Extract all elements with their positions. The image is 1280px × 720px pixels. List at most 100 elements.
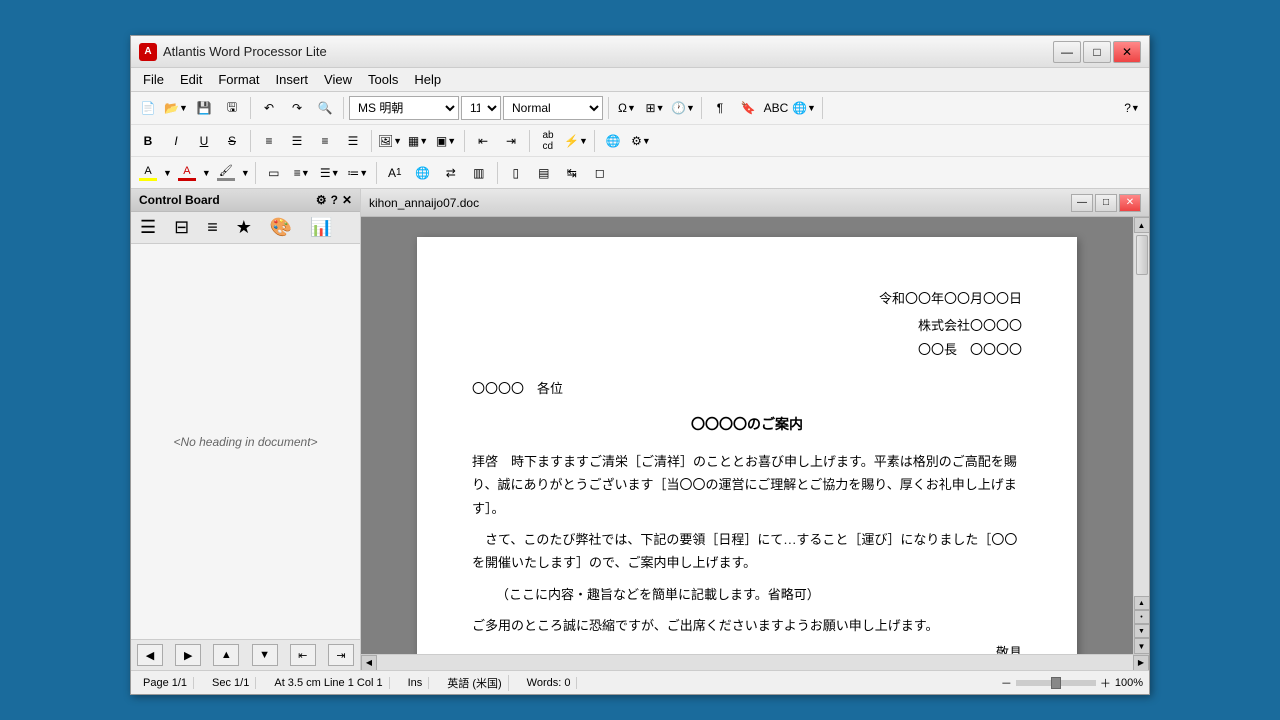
scroll-left-button[interactable]: ◀ [361, 655, 377, 671]
sidebar-tab-outline[interactable]: ☰ [131, 212, 165, 243]
menu-tools[interactable]: Tools [360, 69, 406, 91]
save-as-button[interactable]: 🖫 [219, 95, 245, 121]
scroll-down-mini[interactable]: ▼ [1134, 624, 1150, 638]
underline-button[interactable]: U [191, 128, 217, 154]
save-button[interactable]: 💾 [191, 95, 217, 121]
sidebar-tab-colors[interactable]: 🎨 [261, 212, 301, 243]
nav-next-button[interactable]: ▶ [175, 644, 201, 666]
columns-button[interactable]: ▥ [466, 160, 492, 186]
line-spacing-button[interactable]: ≡▼ [289, 160, 315, 186]
sidebar-tab-toc[interactable]: ≡ [198, 212, 227, 243]
doc-window: kihon_annaijo07.doc — □ ✕ 令和〇〇年〇〇月〇〇日 株式… [361, 189, 1149, 670]
web-button[interactable]: 🌐▼ [791, 95, 817, 121]
margin-button[interactable]: ▯ [503, 160, 529, 186]
nav-promote-button[interactable]: ⇤ [290, 644, 316, 666]
sidebar-tab-favorites[interactable]: ★ [227, 212, 261, 243]
sidebar-help-icon[interactable]: ? [331, 193, 338, 207]
pilcrow-button[interactable]: ¶ [707, 95, 733, 121]
link-button[interactable]: 🕐▼ [670, 95, 696, 121]
strikethrough-button[interactable]: S [219, 128, 245, 154]
sidebar-settings-icon[interactable]: ⚙ [316, 193, 327, 207]
insert-image-button[interactable]: 🖼▼ [377, 128, 403, 154]
numbered-list-button[interactable]: ≔▼ [345, 160, 371, 186]
insert-table2-button[interactable]: ▦▼ [405, 128, 431, 154]
table-button[interactable]: ⊞▼ [642, 95, 668, 121]
bookmark-button[interactable]: 🔖 [735, 95, 761, 121]
nav-demote-button[interactable]: ⇥ [328, 644, 354, 666]
fill-color-button[interactable]: 🖌 [213, 160, 239, 186]
scroll-up-mini[interactable]: ▲ [1134, 596, 1150, 610]
lightning-button[interactable]: ⚡▼ [563, 128, 589, 154]
spellcheck-button[interactable]: ABC [763, 95, 789, 121]
doc-scroll-area[interactable]: 令和〇〇年〇〇月〇〇日 株式会社〇〇〇〇 〇〇長 〇〇〇〇 〇〇〇〇 各位 〇〇… [361, 217, 1133, 654]
superscript-button[interactable]: A1 [382, 160, 408, 186]
maximize-button[interactable]: □ [1083, 41, 1111, 63]
outdent-button[interactable]: ⇤ [470, 128, 496, 154]
sidebar-tab-pages[interactable]: ⊟ [165, 212, 198, 243]
special-char-button[interactable]: Ω▼ [614, 95, 640, 121]
highlight-color-arrow[interactable]: ▼ [163, 168, 172, 178]
italic-button[interactable]: I [163, 128, 189, 154]
align-right-button[interactable]: ≡ [312, 128, 338, 154]
redo-button[interactable]: ↷ [284, 95, 310, 121]
doc-maximize-button[interactable]: □ [1095, 194, 1117, 212]
indent-button[interactable]: ⇥ [498, 128, 524, 154]
tab-stop-button[interactable]: ↹ [559, 160, 585, 186]
h-scroll-track[interactable] [377, 656, 1133, 670]
style-selector[interactable]: Normal [503, 96, 603, 120]
section-button[interactable]: ▤ [531, 160, 557, 186]
highlight-color-button[interactable]: A [135, 160, 161, 186]
close-button[interactable]: ✕ [1113, 41, 1141, 63]
scroll-track[interactable] [1135, 233, 1149, 596]
font-selector[interactable]: MS 明朝 [349, 96, 459, 120]
sep4 [701, 97, 702, 119]
font-color-arrow[interactable]: ▼ [202, 168, 211, 178]
sidebar-content: <No heading in document> [131, 244, 360, 639]
nav-down-button[interactable]: ▼ [252, 644, 278, 666]
settings-button[interactable]: ⚙▼ [628, 128, 654, 154]
menu-help[interactable]: Help [406, 69, 449, 91]
align-left-button[interactable]: ≡ [256, 128, 282, 154]
font-size-selector[interactable]: 11 [461, 96, 501, 120]
find-button[interactable]: 🔍 [312, 95, 338, 121]
help-button[interactable]: ?▼ [1119, 95, 1145, 121]
macro-button[interactable]: ◻ [587, 160, 613, 186]
doc-close-button[interactable]: ✕ [1119, 194, 1141, 212]
bold-button[interactable]: B [135, 128, 161, 154]
menu-format[interactable]: Format [210, 69, 267, 91]
scroll-right-button[interactable]: ▶ [1133, 655, 1149, 671]
scroll-thumb[interactable] [1136, 235, 1148, 275]
word-count-button[interactable]: abcd [535, 128, 561, 154]
doc-greeting: 拝啓 時下ますますご清栄［ご清祥］のこととお喜び申し上げます。平素は格別のご高配… [472, 450, 1022, 520]
menu-edit[interactable]: Edit [172, 69, 210, 91]
globe2-button[interactable]: 🌐 [600, 128, 626, 154]
sep10 [594, 130, 595, 152]
sidebar-tab-stats[interactable]: 📊 [301, 212, 341, 243]
insert-frame-button[interactable]: ▣▼ [433, 128, 459, 154]
scroll-up-button[interactable]: ▲ [1134, 217, 1150, 233]
new-button[interactable]: 📄 [135, 95, 161, 121]
sep1 [250, 97, 251, 119]
minimize-button[interactable]: — [1053, 41, 1081, 63]
menu-file[interactable]: File [135, 69, 172, 91]
doc-minimize-button[interactable]: — [1071, 194, 1093, 212]
sidebar-close-icon[interactable]: ✕ [342, 193, 352, 207]
align-justify-button[interactable]: ☰ [340, 128, 366, 154]
font-color-button[interactable]: A [174, 160, 200, 186]
nav-prev-button[interactable]: ◀ [137, 644, 163, 666]
zoom-minus[interactable]: － [1001, 675, 1012, 691]
bullet-list-button[interactable]: ☰▼ [317, 160, 343, 186]
align-center-button[interactable]: ☰ [284, 128, 310, 154]
rtl-button[interactable]: ⇄ [438, 160, 464, 186]
open-button[interactable]: 📂▼ [163, 95, 189, 121]
border-style-button[interactable]: ▭ [261, 160, 287, 186]
menu-view[interactable]: View [316, 69, 360, 91]
menu-insert[interactable]: Insert [268, 69, 317, 91]
scroll-down-button[interactable]: ▼ [1134, 638, 1150, 654]
zoom-plus[interactable]: ＋ [1100, 675, 1111, 691]
nav-up-button[interactable]: ▲ [213, 644, 239, 666]
zoom-slider[interactable] [1016, 680, 1096, 686]
fill-color-arrow[interactable]: ▼ [241, 168, 250, 178]
web3-button[interactable]: 🌐 [410, 160, 436, 186]
undo-button[interactable]: ↶ [256, 95, 282, 121]
